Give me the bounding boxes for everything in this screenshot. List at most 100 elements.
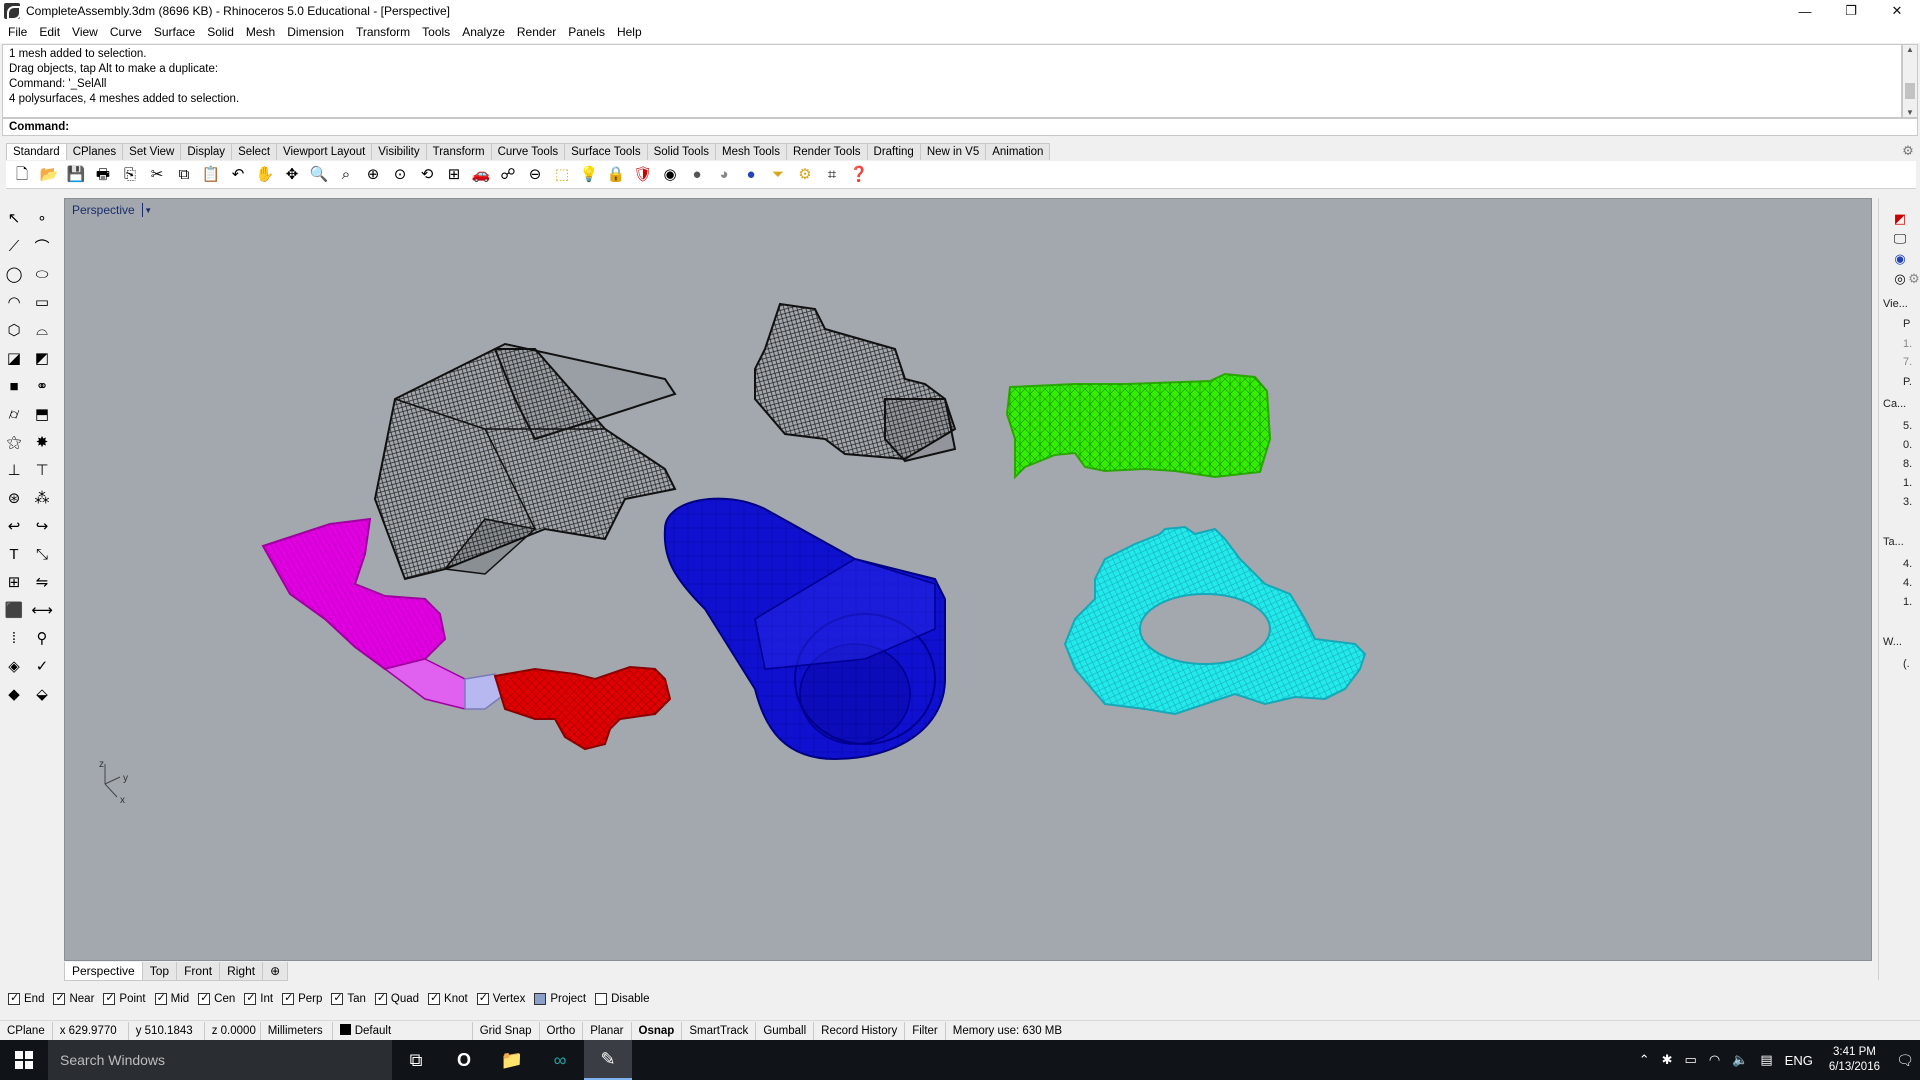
blue-mesh-part[interactable] xyxy=(663,497,946,761)
viewport-menu-chevron-icon[interactable]: ▼ xyxy=(141,203,154,217)
analyze-icon[interactable]: ◈ xyxy=(2,654,26,678)
dropbox-icon[interactable]: ✱ xyxy=(1656,1052,1679,1068)
osnap-cen-checkbox[interactable] xyxy=(198,991,211,1005)
zoom-window-icon[interactable]: 🔍 xyxy=(307,163,331,187)
notifications-icon[interactable]: 🗨 xyxy=(1890,1052,1920,1069)
block-icon[interactable]: ⬛ xyxy=(2,598,26,622)
task-view-icon[interactable]: ⧉ xyxy=(392,1040,440,1080)
osnap-int[interactable]: Int xyxy=(244,991,273,1005)
dimension-icon[interactable]: ⌗ xyxy=(820,163,844,187)
menu-edit[interactable]: Edit xyxy=(33,22,66,43)
restore-button[interactable]: ❐ xyxy=(1828,0,1874,22)
volume-icon[interactable]: 🔈 xyxy=(1726,1052,1754,1068)
split-icon[interactable]: ⊥ xyxy=(2,458,26,482)
render-object-icon[interactable]: ◆ xyxy=(2,682,26,706)
tab-transform[interactable]: Transform xyxy=(425,143,492,160)
cut-icon[interactable]: ✂ xyxy=(145,163,169,187)
clock[interactable]: 3:41 PM 6/13/2016 xyxy=(1819,1045,1890,1075)
tab-cplanes[interactable]: CPlanes xyxy=(65,143,124,160)
osnap-project[interactable]: Project xyxy=(534,993,586,1005)
scroll-up-icon[interactable]: ▲ xyxy=(1903,45,1917,54)
viewport-title[interactable]: Perspective ▼ xyxy=(69,201,154,219)
tab-render-tools[interactable]: Render Tools xyxy=(785,143,868,160)
red-mesh-part[interactable] xyxy=(493,665,672,751)
menu-mesh[interactable]: Mesh xyxy=(240,22,281,43)
scroll-down-icon[interactable]: ▼ xyxy=(1903,108,1917,117)
polyline-icon[interactable]: ⟋ xyxy=(2,234,26,258)
osnap-quad-checkbox[interactable] xyxy=(374,991,387,1005)
properties-panel-icon[interactable]: 🖵 xyxy=(1891,230,1909,248)
osnap-tan-checkbox[interactable] xyxy=(331,991,344,1005)
osnap-vertex[interactable]: Vertex xyxy=(476,991,525,1005)
action-center-msg-icon[interactable]: ▤ xyxy=(1754,1052,1778,1068)
pan-icon[interactable]: ✋ xyxy=(253,163,277,187)
tab-standard[interactable]: Standard xyxy=(6,143,67,160)
color-wheel-icon[interactable]: ◉ xyxy=(658,163,682,187)
explode-icon[interactable]: ✸ xyxy=(30,430,54,454)
scale-icon[interactable]: ⤡ xyxy=(30,542,54,566)
perspective-viewport[interactable]: z y x Perspective ▼ xyxy=(64,198,1872,961)
tab-set-view[interactable]: Set View xyxy=(122,143,182,160)
array-icon[interactable]: ⊞ xyxy=(2,570,26,594)
add-viewport-tab-icon[interactable]: ⊕ xyxy=(262,962,289,981)
menu-view[interactable]: View xyxy=(66,22,104,43)
osnap-near-checkbox[interactable] xyxy=(53,991,66,1005)
planar-toggle[interactable]: Planar xyxy=(583,1021,632,1040)
surface-corner-icon[interactable]: ◪ xyxy=(2,346,26,370)
surface-edges-icon[interactable]: ◩ xyxy=(30,346,54,370)
tray-overflow-icon[interactable]: ⌃ xyxy=(1633,1052,1656,1068)
four-viewports-icon[interactable]: ⊞ xyxy=(442,163,466,187)
menu-render[interactable]: Render xyxy=(511,22,562,43)
command-history[interactable]: 1 mesh added to selection. Drag objects,… xyxy=(2,44,1902,118)
text-icon[interactable]: T xyxy=(2,542,26,566)
copy-icon[interactable]: ⧉ xyxy=(172,163,196,187)
move-icon[interactable]: ✥ xyxy=(280,163,304,187)
import-icon[interactable]: ⎘ xyxy=(118,163,142,187)
wireframe-part-right[interactable] xyxy=(754,302,957,463)
extrude-icon[interactable]: ⬒ xyxy=(30,402,54,426)
osnap-tan[interactable]: Tan xyxy=(331,991,366,1005)
tab-animation[interactable]: Animation xyxy=(985,143,1051,160)
polygon-icon[interactable]: ⬡ xyxy=(2,318,26,342)
tab-drafting[interactable]: Drafting xyxy=(866,143,921,160)
osnap-knot-checkbox[interactable] xyxy=(428,991,441,1005)
osnap-perp-checkbox[interactable] xyxy=(282,991,295,1005)
lock-icon[interactable]: 🔒 xyxy=(604,163,628,187)
new-icon[interactable]: 🗋 xyxy=(10,163,34,187)
cplane-icon[interactable]: ⬚ xyxy=(550,163,574,187)
opera-icon[interactable]: O xyxy=(440,1040,488,1080)
osnap-disable[interactable]: Disable xyxy=(595,993,649,1005)
osnap-perp[interactable]: Perp xyxy=(282,991,322,1005)
curve-icon[interactable]: ⌒ xyxy=(30,234,54,258)
zoom-extents-icon[interactable]: ⊕ xyxy=(361,163,385,187)
open-icon[interactable]: 📂 xyxy=(37,163,61,187)
command-input[interactable] xyxy=(73,121,1917,133)
mirror-icon[interactable]: ⇋ xyxy=(30,570,54,594)
tab-curve-tools[interactable]: Curve Tools xyxy=(490,143,566,160)
menu-file[interactable]: File xyxy=(2,22,33,43)
taskbar-search[interactable]: Search Windows xyxy=(48,1040,392,1080)
tab-solid-tools[interactable]: Solid Tools xyxy=(646,143,716,160)
material-ball-icon[interactable]: ● xyxy=(685,163,709,187)
osnap-point-checkbox[interactable] xyxy=(103,991,116,1005)
circle-icon[interactable]: ◯ xyxy=(2,262,26,286)
tab-perspective[interactable]: Perspective xyxy=(64,962,143,981)
check-icon[interactable]: ✓ xyxy=(30,654,54,678)
osnap-vertex-checkbox[interactable] xyxy=(476,991,489,1005)
point-icon[interactable]: ∘ xyxy=(30,206,54,230)
offset-icon[interactable]: ↩ xyxy=(2,514,26,538)
menu-panels[interactable]: Panels xyxy=(562,22,611,43)
osnap-toggle[interactable]: Osnap xyxy=(632,1021,683,1040)
tab-surface-tools[interactable]: Surface Tools xyxy=(564,143,648,160)
menu-dimension[interactable]: Dimension xyxy=(281,22,350,43)
osnap-knot[interactable]: Knot xyxy=(428,991,468,1005)
render-icon[interactable]: ● xyxy=(739,163,763,187)
arduino-icon[interactable]: ∞ xyxy=(536,1040,584,1080)
mesh-icon[interactable]: ⚝ xyxy=(2,430,26,454)
cylinder-icon[interactable]: ⌭ xyxy=(2,402,26,426)
shade-icon[interactable]: ◕ xyxy=(712,163,736,187)
tab-mesh-tools[interactable]: Mesh Tools xyxy=(715,143,787,160)
paste-icon[interactable]: 📋 xyxy=(199,163,223,187)
ellipse-icon[interactable]: ⬭ xyxy=(30,262,54,286)
language-indicator[interactable]: ENG xyxy=(1779,1053,1819,1068)
